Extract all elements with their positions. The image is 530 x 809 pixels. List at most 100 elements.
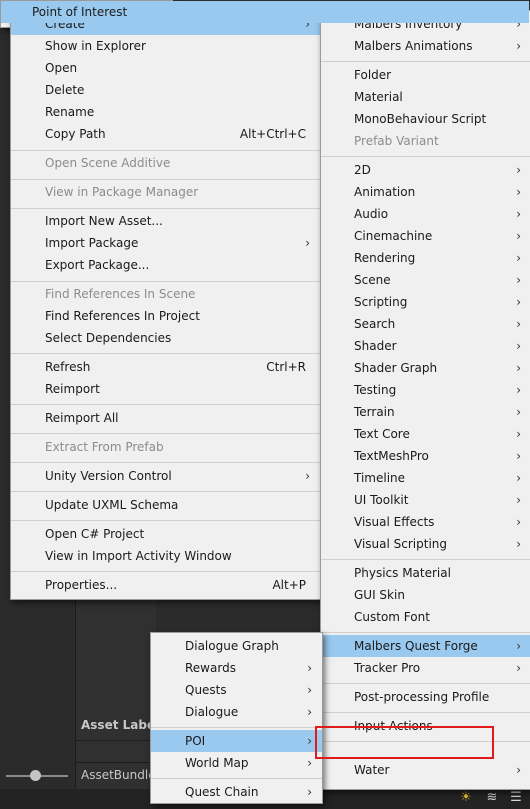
menu-item-refresh[interactable]: Refresh Ctrl+R (11, 356, 320, 378)
menu-item-dialogue-graph[interactable]: Dialogue Graph (151, 635, 322, 657)
menu-item-custom-font[interactable]: Custom Font (321, 606, 530, 628)
menu-item-timeline[interactable]: Timeline › (321, 467, 530, 489)
menu-separator (321, 632, 530, 633)
chevron-right-icon: › (307, 734, 312, 748)
menu-item-cinemachine[interactable]: Cinemachine › (321, 225, 530, 247)
menu-item-search[interactable]: Search › (321, 313, 530, 335)
chevron-right-icon: › (516, 427, 521, 441)
menu-item-tracker-pro[interactable]: Tracker Pro › (321, 657, 530, 679)
menu-item-poi[interactable]: POI › (151, 730, 322, 752)
menu-item-find-references-in-project[interactable]: Find References In Project (11, 305, 320, 327)
menu-item-textmeshpro[interactable]: TextMeshPro › (321, 445, 530, 467)
menu-item-rendering[interactable]: Rendering › (321, 247, 530, 269)
menu-item-label: Text Core (354, 427, 410, 441)
menu-item-water[interactable]: Water › (321, 759, 530, 781)
menu-item-material[interactable]: Material (321, 86, 530, 108)
panel-divider (75, 598, 76, 789)
menu-item-export-package[interactable]: Export Package... (11, 254, 320, 276)
menu-item-delete[interactable]: Delete (11, 79, 320, 101)
menu-item-label: Rewards (185, 661, 236, 675)
menu-item-shader-graph[interactable]: Shader Graph › (321, 357, 530, 379)
menu-item-label: Export Package... (45, 258, 150, 272)
menu-item-label: Open (45, 61, 78, 75)
menu-item-testing[interactable]: Testing › (321, 379, 530, 401)
menu-item-malbers-animations[interactable]: Malbers Animations › (321, 35, 530, 57)
menu-item-label: GUI Skin (354, 588, 405, 602)
menu-item-label: Dialogue Graph (185, 639, 279, 653)
menu-item-select-dependencies[interactable]: Select Dependencies (11, 327, 320, 349)
menu-item-rename[interactable]: Rename (11, 101, 320, 123)
menu-item-dialogue[interactable]: Dialogue › (151, 701, 322, 723)
menu-item-label: Visual Effects (354, 515, 435, 529)
bug-icon[interactable]: ☀ (458, 790, 474, 806)
menu-item-label: Testing (354, 383, 397, 397)
highlight-callout-box (315, 726, 494, 759)
menu-item-monobehaviour-script[interactable]: MonoBehaviour Script (321, 108, 530, 130)
shortcut-label: Alt+P (272, 578, 306, 592)
chevron-right-icon: › (516, 515, 521, 529)
menu-item-label: Tracker Pro (354, 661, 421, 675)
menu-item-properties[interactable]: Properties... Alt+P (11, 574, 320, 596)
chevron-right-icon: › (516, 639, 521, 653)
menu-item-reimport-all[interactable]: Reimport All (11, 407, 320, 429)
menu-item-malbers-quest-forge[interactable]: Malbers Quest Forge › (321, 635, 530, 657)
menu-separator (11, 491, 320, 492)
chevron-right-icon: › (516, 449, 521, 463)
menu-item-label: Shader Graph (354, 361, 438, 375)
chevron-right-icon: › (516, 339, 521, 353)
menu-item-find-references-in-scene: Find References In Scene (11, 283, 320, 305)
menu-item-open[interactable]: Open (11, 57, 320, 79)
menu-item-quests[interactable]: Quests › (151, 679, 322, 701)
menu-item-open-csharp-project[interactable]: Open C# Project (11, 523, 320, 545)
menu-separator (11, 208, 320, 209)
menu-item-shader[interactable]: Shader › (321, 335, 530, 357)
menu-item-post-processing-profile[interactable]: Post-processing Profile (321, 686, 530, 708)
menu-item-reimport[interactable]: Reimport (11, 378, 320, 400)
menu-item-unity-version-control[interactable]: Unity Version Control › (11, 465, 320, 487)
menu-item-label: Quests (185, 683, 227, 697)
menu-item-point-of-interest[interactable]: Point of Interest (1, 1, 529, 23)
menu-item-label: Point of Interest (32, 5, 128, 19)
chevron-right-icon: › (516, 471, 521, 485)
menu-item-audio[interactable]: Audio › (321, 203, 530, 225)
menu-item-visual-scripting[interactable]: Visual Scripting › (321, 533, 530, 555)
menu-item-label: Refresh (45, 360, 91, 374)
menu-item-import-new-asset[interactable]: Import New Asset... (11, 210, 320, 232)
menu-item-import-package[interactable]: Import Package › (11, 232, 320, 254)
menu-item-animation[interactable]: Animation › (321, 181, 530, 203)
menu-item-scene[interactable]: Scene › (321, 269, 530, 291)
menu-item-terrain[interactable]: Terrain › (321, 401, 530, 423)
menu-item-update-uxml-schema[interactable]: Update UXML Schema (11, 494, 320, 516)
menu-item-ui-toolkit[interactable]: UI Toolkit › (321, 489, 530, 511)
menu-item-folder[interactable]: Folder (321, 64, 530, 86)
menu-item-text-core[interactable]: Text Core › (321, 423, 530, 445)
menu-item-scripting[interactable]: Scripting › (321, 291, 530, 313)
menu-item-label: Prefab Variant (354, 134, 439, 148)
menu-item-rewards[interactable]: Rewards › (151, 657, 322, 679)
menu-item-view-in-import-activity[interactable]: View in Import Activity Window (11, 545, 320, 567)
menu-item-label: Malbers Quest Forge (354, 639, 478, 653)
zoom-slider-knob[interactable] (30, 770, 41, 781)
menu-item-world-map[interactable]: World Map › (151, 752, 322, 774)
menu-item-copy-path[interactable]: Copy Path Alt+Ctrl+C (11, 123, 320, 145)
menu-item-show-in-explorer[interactable]: Show in Explorer (11, 35, 320, 57)
menu-item-label: Extract From Prefab (45, 440, 164, 454)
menu-item-label: Reimport All (45, 411, 119, 425)
menu-item-label: Rendering (354, 251, 416, 265)
menu-separator (321, 156, 530, 157)
menu-item-gui-skin[interactable]: GUI Skin (321, 584, 530, 606)
menu-item-label: Import Package (45, 236, 139, 250)
menu-item-physics-material[interactable]: Physics Material (321, 562, 530, 584)
chevron-right-icon: › (516, 229, 521, 243)
menu-item-2d[interactable]: 2D › (321, 159, 530, 181)
menu-item-label: Post-processing Profile (354, 690, 490, 704)
menu-item-label: Physics Material (354, 566, 451, 580)
menu-item-label: Delete (45, 83, 85, 97)
menu-item-label: Show in Explorer (45, 39, 146, 53)
menu-item-quest-chain[interactable]: Quest Chain › (151, 781, 322, 803)
menu-item-label: Update UXML Schema (45, 498, 179, 512)
menu-item-label: Unity Version Control (45, 469, 172, 483)
layers-icon[interactable]: ≋ (484, 790, 500, 806)
settings-icon[interactable]: ☰ (508, 790, 524, 806)
menu-item-visual-effects[interactable]: Visual Effects › (321, 511, 530, 533)
